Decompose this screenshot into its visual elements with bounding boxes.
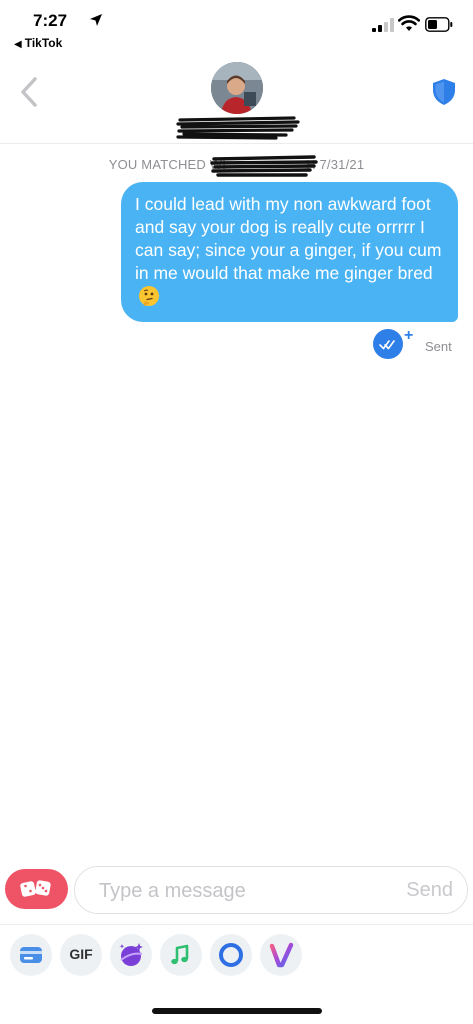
back-triangle-icon: ◀ [14,39,22,50]
status-bar: 7:27 ◀ TikTok [0,0,473,56]
chat-header [0,56,473,144]
back-app-label: TikTok [24,36,63,50]
send-button[interactable]: Send [406,879,453,902]
thinking-face-emoji [139,286,159,306]
dice-button[interactable] [5,869,68,909]
read-receipt-button[interactable] [373,329,403,359]
location-arrow-icon [90,14,102,26]
match-label-prefix: YOU MATCHED WI [108,157,227,172]
shield-icon[interactable] [432,78,456,106]
music-note-icon [171,944,189,965]
sparkle-planet-icon [119,943,143,966]
v-logo-button[interactable] [260,934,302,976]
message-status: Sent [425,339,452,354]
circle-ring-icon [219,943,243,967]
sparkle-planet-button[interactable] [110,934,152,976]
redacted-name-scribble-2 [210,155,318,177]
dice-icon [20,880,51,897]
message-composer: Send [74,866,468,914]
status-time: 7:27 [33,11,68,30]
back-chevron-icon[interactable] [18,76,40,108]
receipt-plus-icon[interactable]: + [404,327,413,345]
cellular-signal-icon [372,18,394,32]
v-logo-icon [269,942,294,968]
ring-button[interactable] [210,934,252,976]
message-text: I could lead with my non awkward foot an… [135,194,442,283]
card-button[interactable] [10,934,52,976]
sent-message-bubble[interactable]: I could lead with my non awkward foot an… [121,182,458,322]
match-avatar[interactable] [211,62,263,114]
back-to-app-link[interactable]: ◀ TikTok [14,36,62,50]
music-button[interactable] [160,934,202,976]
battery-icon [425,17,453,32]
match-date-label: YOU MATCHED WI H 7/31/21 [0,155,473,177]
wifi-icon [398,15,420,31]
gif-label: GIF [69,946,93,962]
gif-button[interactable]: GIF [60,934,102,976]
profile-photo-icon [211,62,263,114]
toolbar-divider [0,924,473,925]
redacted-name-scribble [176,116,300,140]
double-check-icon [379,340,395,350]
card-icon [20,947,42,963]
message-input[interactable] [99,877,369,905]
home-indicator[interactable] [152,1008,322,1014]
